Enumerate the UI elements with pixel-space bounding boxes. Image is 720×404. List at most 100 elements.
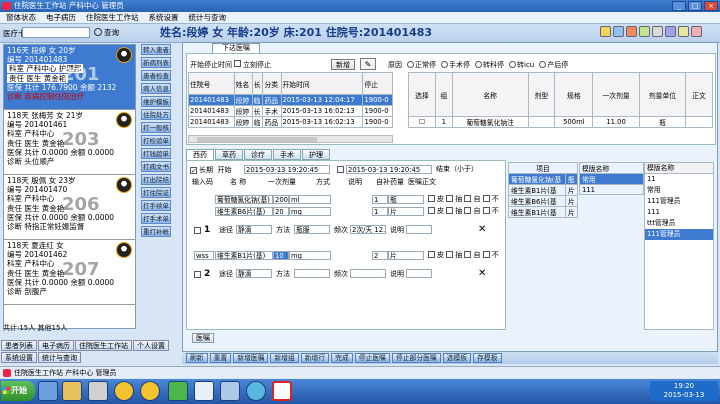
- patient-card[interactable]: 118天 张梅芳 女 21岁 编号 201401461 科室 产科中心 责任 医…: [4, 110, 135, 175]
- side-button[interactable]: 打病文书: [141, 161, 171, 172]
- list-item[interactable]: 111管理员: [645, 229, 713, 240]
- self-checkbox[interactable]: [464, 195, 472, 202]
- new-button[interactable]: 新增: [331, 59, 355, 70]
- nav-patient-list[interactable]: 患者列表: [1, 340, 37, 351]
- side-button[interactable]: 打检验单: [141, 135, 171, 146]
- nav-system-settings[interactable]: 系统设置: [1, 352, 37, 363]
- scroll-thumb[interactable]: [197, 137, 317, 142]
- side-button[interactable]: 病人信息: [141, 83, 171, 94]
- no-checkbox[interactable]: [482, 207, 490, 214]
- radio-normal-stop[interactable]: 正常停: [407, 60, 436, 70]
- tab-herbal[interactable]: 草药: [215, 149, 243, 160]
- unit-input[interactable]: mg: [289, 251, 331, 260]
- skin-test-checkbox[interactable]: [428, 195, 435, 202]
- document-icon[interactable]: [194, 381, 214, 401]
- menu-doctor-station[interactable]: 住院医生工作站: [86, 12, 139, 23]
- menu-settings[interactable]: 系统设置: [149, 12, 179, 23]
- qty-input[interactable]: 1: [372, 195, 388, 204]
- delete-icon[interactable]: ✕: [478, 269, 486, 279]
- add-order-button[interactable]: 新增医嘱: [233, 353, 269, 363]
- save-template-button[interactable]: 存模板: [473, 353, 502, 363]
- minimize-icon[interactable]: _: [672, 1, 686, 11]
- user-icon[interactable]: [665, 26, 676, 37]
- self-checkbox[interactable]: [464, 207, 472, 214]
- table-row[interactable]: 葡萄糖氯化钠(基瓶: [508, 173, 579, 185]
- medical-cross-icon[interactable]: [272, 381, 292, 401]
- refresh-button[interactable]: 刷新: [186, 353, 208, 363]
- draw-checkbox[interactable]: [446, 195, 454, 202]
- pack-input[interactable]: 瓶: [388, 195, 424, 204]
- dose-input[interactable]: 10: [273, 251, 289, 260]
- skin-test-checkbox[interactable]: [428, 251, 435, 258]
- app-icon[interactable]: [88, 381, 108, 401]
- table-row[interactable]: 201401483 段婷临药品 2015-03-13 12:04:17 1900-0: [188, 94, 393, 106]
- method-input[interactable]: 瓶服: [294, 225, 330, 234]
- tab-surgery[interactable]: 手术: [273, 149, 301, 160]
- draw-checkbox[interactable]: [446, 251, 454, 258]
- stop-order-button[interactable]: 停止医嘱: [354, 353, 390, 363]
- radio-transfer-stop[interactable]: 转科停: [475, 60, 504, 70]
- immediate-stop-checkbox[interactable]: [234, 60, 241, 67]
- help-icon[interactable]: [678, 26, 689, 37]
- self-checkbox[interactable]: [464, 251, 472, 258]
- dose-input[interactable]: 200: [273, 195, 289, 204]
- route-input[interactable]: 静滴: [236, 225, 272, 234]
- no-checkbox[interactable]: [482, 251, 490, 258]
- end-checkbox[interactable]: [337, 166, 344, 173]
- pack-input[interactable]: 片: [388, 251, 424, 260]
- side-button[interactable]: 新病列表: [141, 57, 171, 68]
- table-row[interactable]: ☐ 1 葡萄糖氯化钠注 500ml 11.00 瓶: [408, 116, 713, 128]
- group-checkbox[interactable]: [194, 271, 201, 278]
- description-input[interactable]: [406, 225, 432, 234]
- list-item[interactable]: 11: [645, 174, 713, 185]
- input-code[interactable]: wss: [194, 251, 214, 260]
- menu-emr[interactable]: 电子病历: [46, 12, 76, 23]
- tab-nursing[interactable]: 护理: [302, 149, 330, 160]
- drug-name-input[interactable]: 维生素B1片(基): [215, 251, 273, 260]
- qty-input[interactable]: 1: [372, 207, 388, 216]
- patient-card[interactable]: 116天 段婷 女 20岁 编号 201401483 科室 产科中心 护理部 责…: [4, 45, 135, 110]
- side-button[interactable]: 打手术单: [141, 213, 171, 224]
- table-row[interactable]: 常用: [579, 173, 644, 185]
- ie-icon[interactable]: [38, 381, 58, 401]
- long-term-checkbox[interactable]: [190, 167, 197, 174]
- stop-partial-order-button[interactable]: 停止部分医嘱: [391, 353, 441, 363]
- patient-card[interactable]: 118天 殷佩 女 23岁 编号 201401470 科室 产科中心 责任 医生…: [4, 175, 135, 240]
- exit-icon[interactable]: [691, 26, 702, 37]
- list-item[interactable]: 常用: [645, 185, 713, 196]
- drug-name-input[interactable]: 葡萄糖氯化钠(基): [215, 195, 273, 204]
- radio-surgery-stop[interactable]: 手术停: [441, 60, 470, 70]
- edit-icon[interactable]: ✎: [360, 58, 376, 70]
- refresh-icon[interactable]: [639, 26, 650, 37]
- list-item[interactable]: 111管理员: [645, 196, 713, 207]
- description-input[interactable]: [406, 269, 432, 278]
- side-button[interactable]: 打钱超单: [141, 148, 171, 159]
- nav-personal-settings[interactable]: 个人设置: [133, 340, 169, 351]
- nav-doctor-station[interactable]: 住院医生工作站: [75, 340, 132, 351]
- stop-icon[interactable]: [626, 26, 637, 37]
- qq-icon[interactable]: [114, 381, 134, 401]
- table-row[interactable]: 维生素B1片(基片: [508, 184, 579, 196]
- tab-treatment[interactable]: 诊疗: [244, 149, 272, 160]
- side-button[interactable]: 打一般核: [141, 122, 171, 133]
- complete-button[interactable]: 完成: [331, 353, 353, 363]
- table-row[interactable]: 201401483 段婷长手术 2015-03-13 16:02:13 1900-0: [188, 105, 393, 117]
- close-icon[interactable]: ×: [704, 1, 718, 11]
- add-group-button[interactable]: 新增组: [270, 353, 299, 363]
- folder-icon[interactable]: [600, 26, 611, 37]
- tab-issue-orders[interactable]: 下达医嘱: [212, 43, 260, 53]
- tab-orders[interactable]: 医嘱: [192, 333, 214, 343]
- globe-icon[interactable]: [246, 381, 266, 401]
- no-checkbox[interactable]: [482, 195, 490, 202]
- end-time-input[interactable]: 2015-03-13 19:20:45: [346, 165, 432, 174]
- list-item[interactable]: 111: [645, 207, 713, 218]
- dose-input[interactable]: 20: [273, 207, 289, 216]
- card-input[interactable]: [22, 27, 90, 38]
- folder-icon[interactable]: [62, 381, 82, 401]
- choose-template-button[interactable]: 选模板: [442, 353, 472, 363]
- side-button[interactable]: 打出院结: [141, 174, 171, 185]
- nav-stats[interactable]: 统计与查询: [38, 352, 81, 363]
- menu-window-state[interactable]: 窗体状态: [6, 12, 36, 23]
- side-button[interactable]: 重打补帐: [141, 226, 171, 237]
- table-row[interactable]: 111: [579, 184, 644, 195]
